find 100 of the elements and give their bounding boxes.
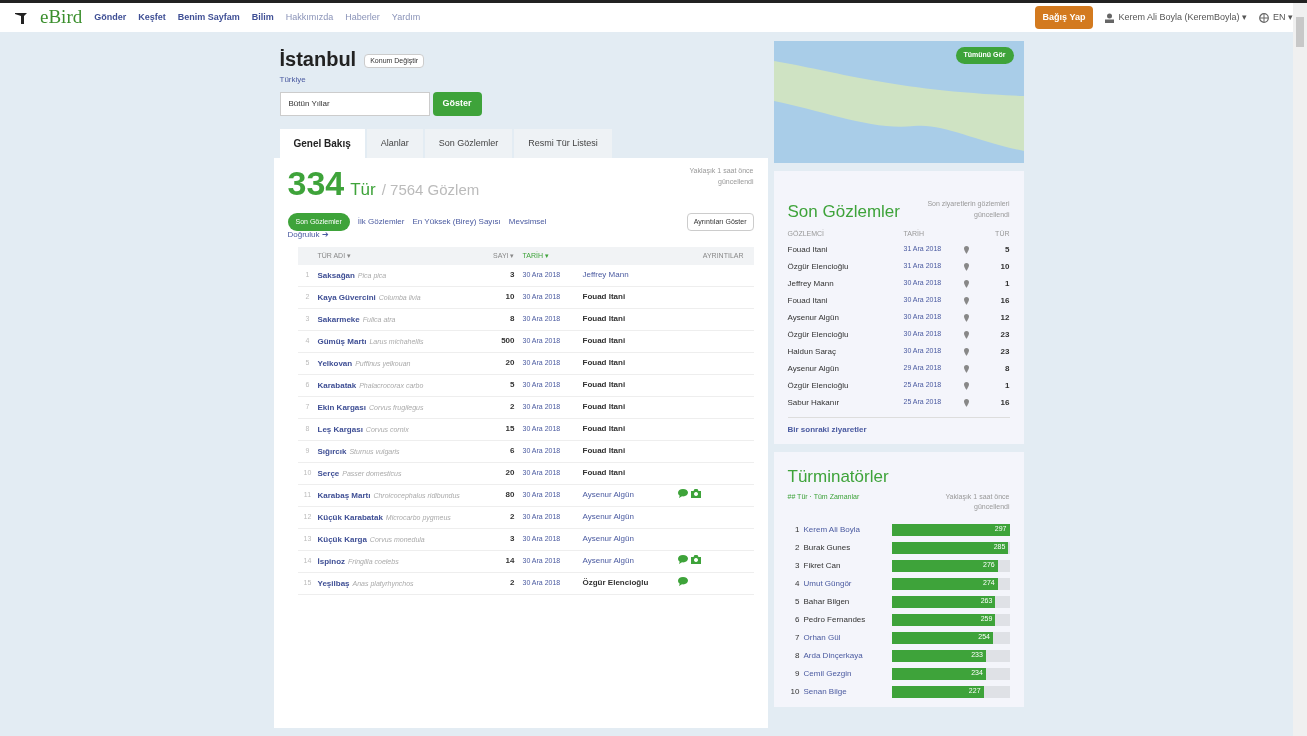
observer-link[interactable]: Haldun Saraç (787, 345, 904, 358)
observer-name[interactable]: Aysenur Algün (582, 511, 678, 523)
observer-name[interactable]: Fouad Itani (582, 445, 678, 457)
species-count: 16 (999, 294, 1010, 307)
rank-number: 8 (794, 649, 800, 662)
camera-icon[interactable] (690, 489, 701, 498)
count-cell-text: 3 (509, 269, 516, 281)
count-cell-text: 15 (504, 423, 516, 435)
leader-name[interactable]: Bahar Bilgen (803, 595, 892, 608)
observer-link[interactable]: Jeffrey Mann (787, 277, 904, 290)
observer-name[interactable]: Fouad Itani (582, 401, 678, 413)
comment-icon[interactable] (677, 555, 688, 564)
leader-name[interactable]: Pedro Fernandes (803, 613, 892, 626)
observation-count: / 7564 Gözlem (381, 180, 480, 200)
observer-name[interactable]: Aysenur Algün (582, 555, 678, 567)
location-pin-icon[interactable] (963, 381, 969, 390)
year-select[interactable]: Bütün Yıllar (288, 98, 330, 110)
leader-name[interactable]: Burak Gunes (803, 541, 892, 554)
observer-link[interactable]: Aysenur Algün (787, 362, 904, 375)
camera-icon[interactable] (690, 555, 701, 564)
count-cell-text: 20 (504, 467, 516, 479)
observer-name[interactable]: Özgür Elencioğlu (582, 577, 678, 589)
species-name-link[interactable]: Yeşilbaş (317, 579, 350, 588)
species-name-link[interactable]: Gümüş Martı (317, 337, 367, 346)
leader-name[interactable]: Kerem Ali Boyla (803, 523, 892, 536)
observer-link[interactable]: Özgür Elencioğlu (787, 260, 904, 273)
accuracy-link[interactable]: Doğruluk ➔ (287, 229, 754, 241)
leader-name[interactable]: Umut Güngör (803, 577, 892, 590)
leader-name[interactable]: Orhan Gül (803, 631, 892, 644)
globe-icon (1259, 12, 1269, 23)
location-pin-icon[interactable] (963, 262, 969, 271)
observer-link[interactable]: Özgür Elencioğlu (787, 328, 904, 341)
location-pin-icon[interactable] (963, 245, 969, 254)
observer-name[interactable]: Fouad Itani (582, 313, 678, 325)
observer-name[interactable]: Aysenur Algün (582, 533, 678, 545)
leader-name[interactable]: Cemil Gezgin (803, 667, 892, 680)
species-count: 1 (1004, 277, 1010, 290)
parent-region-link[interactable]: Türkiye (273, 74, 768, 86)
species-name-link[interactable]: İspinoz (317, 557, 346, 566)
leaders-title: Türminatörler (787, 466, 890, 488)
tab[interactable]: Son Gözlemler (424, 129, 513, 158)
count-cell-text: 2 (509, 401, 516, 413)
view-tab[interactable]: Mevsimsel (508, 215, 547, 228)
location-pin-icon[interactable] (963, 279, 969, 288)
species-label: Tür (350, 179, 376, 201)
observer-name[interactable]: Jeffrey Mann (582, 269, 678, 281)
nav-link[interactable]: Benim Sayfam (177, 10, 240, 25)
species-name-link[interactable]: Karabatak (317, 381, 357, 390)
location-pin-icon[interactable] (963, 313, 969, 322)
comment-icon[interactable] (677, 577, 688, 586)
count-cell-text: 5 (509, 379, 516, 391)
species-name-link[interactable]: Küçük Karabatak (317, 513, 383, 522)
more-visits-link[interactable]: Bir sonraki ziyaretler (787, 417, 1010, 436)
observer-link[interactable]: Fouad Itani (787, 294, 904, 307)
tab[interactable]: Alanlar (366, 129, 423, 158)
species-name-link[interactable]: Sığırcık (317, 447, 347, 456)
species-name-link[interactable]: Kaya Güvercini (317, 293, 376, 302)
leader-name[interactable]: Senan Bilge (803, 685, 892, 698)
species-count: 8 (1004, 362, 1010, 375)
observer-name[interactable]: Fouad Itani (582, 467, 678, 479)
count-cell-text: 80 (504, 489, 516, 501)
scrollbar[interactable] (1293, 3, 1307, 736)
nav-link[interactable]: Bilim (251, 10, 274, 25)
count-cell-text: 10 (504, 291, 516, 303)
location-pin-icon[interactable] (963, 398, 969, 407)
location-pin-icon[interactable] (963, 364, 969, 373)
observer-name[interactable]: Aysenur Algün (582, 489, 678, 501)
view-tab[interactable]: İlk Gözlemler (357, 215, 405, 228)
species-name-link[interactable]: Karabaş Martı (317, 491, 371, 500)
location-pin-icon[interactable] (963, 347, 969, 356)
species-name-link[interactable]: Serçe (317, 469, 340, 478)
leader-name[interactable]: Arda Dinçerkaya (803, 649, 892, 662)
recent-title: Son Gözlemler (787, 201, 900, 223)
species-name-link[interactable]: Yelkovan (317, 359, 353, 368)
observer-link[interactable]: Özgür Elencioğlu (787, 379, 904, 392)
species-name-link[interactable]: Küçük Karga (317, 535, 367, 544)
observer-link[interactable]: Aysenur Algün (787, 311, 904, 324)
location-pin-icon[interactable] (963, 296, 969, 305)
view-tab[interactable]: En Yüksek (Birey) Sayısı (412, 215, 501, 228)
observer-name[interactable]: Fouad Itani (582, 291, 678, 303)
species-name-link[interactable]: Sakarmeke (317, 315, 360, 324)
observer-link[interactable]: Sabur Hakanır (787, 396, 904, 409)
user-menu[interactable]: Kerem Ali Boyla (KeremBoyla) ▾ (1118, 10, 1247, 25)
nav-link[interactable]: Keşfet (138, 10, 166, 25)
species-name-link[interactable]: Saksağan (317, 271, 355, 280)
nav-link[interactable]: Gönder (94, 10, 127, 25)
tab[interactable]: Genel Bakış (279, 129, 365, 158)
observer-name[interactable]: Fouad Itani (582, 423, 678, 435)
species-name-link[interactable]: Ekin Kargası (317, 403, 366, 412)
comment-icon[interactable] (677, 489, 688, 498)
leader-name[interactable]: Fikret Can (803, 559, 892, 572)
species-name-link[interactable]: Leş Kargası (317, 425, 363, 434)
observer-name[interactable]: Fouad Itani (582, 335, 678, 347)
language-menu[interactable]: EN ▾ (1273, 10, 1293, 25)
observer-name[interactable]: Fouad Itani (582, 357, 678, 369)
ebird-logo[interactable]: eBird (40, 3, 83, 32)
location-pin-icon[interactable] (963, 330, 969, 339)
tab[interactable]: Resmi Tür Listesi (514, 129, 612, 158)
observer-name[interactable]: Fouad Itani (582, 379, 678, 391)
observer-link[interactable]: Fouad Itani (787, 243, 904, 256)
